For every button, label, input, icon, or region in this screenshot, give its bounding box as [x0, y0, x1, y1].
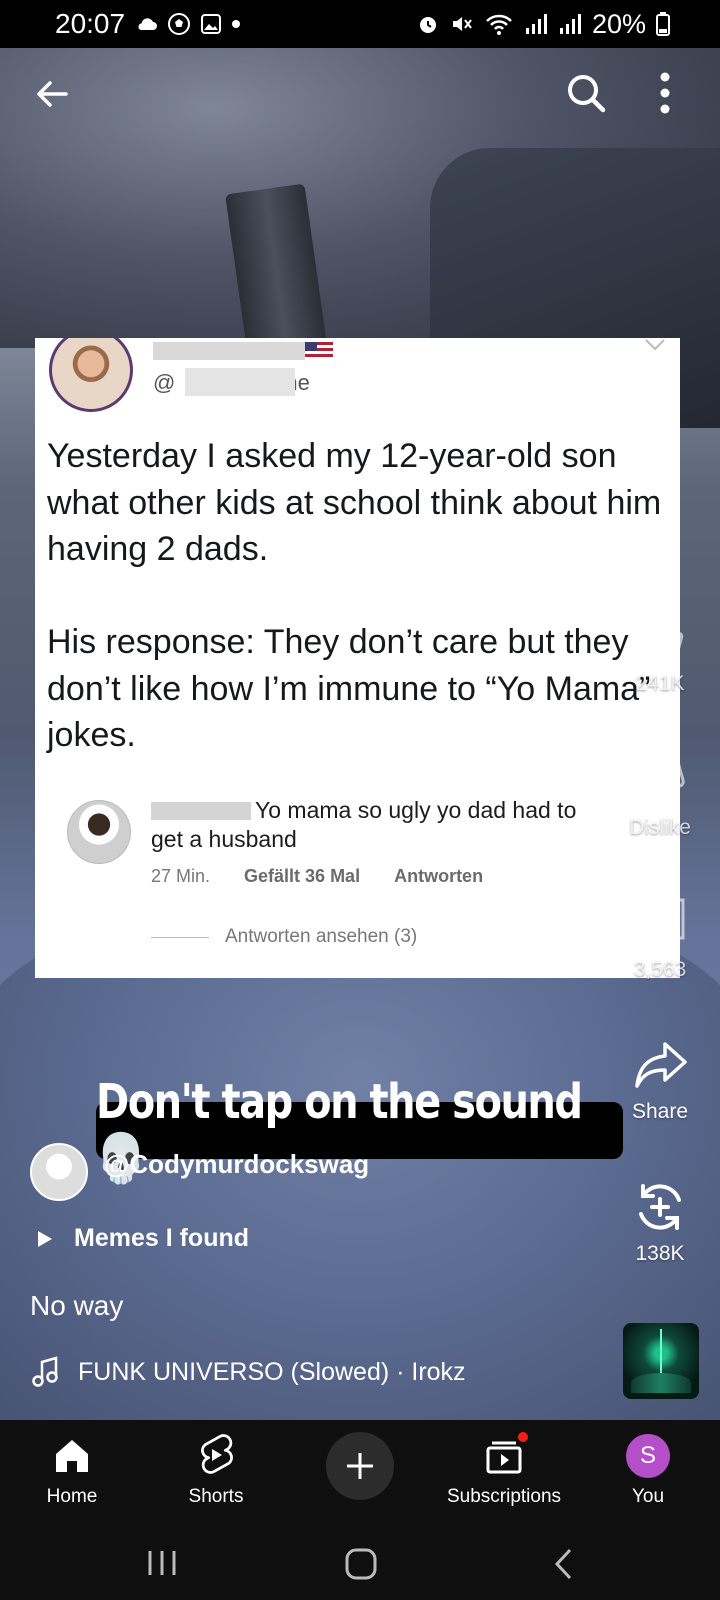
battery-icon: [656, 12, 670, 36]
nav-subscriptions-label: Subscriptions: [446, 1486, 562, 1507]
comment-icon: [635, 898, 685, 951]
redacted-name: [153, 342, 323, 360]
tweet-screenshot-card: @ he Yesterday I asked my 12-year-old son…: [35, 338, 680, 978]
remix-icon: [639, 1184, 681, 1230]
reply-meta: 27 Min. Gefällt 36 Mal Antworten: [151, 866, 483, 887]
playlist-link[interactable]: Memes I found: [36, 1224, 249, 1253]
recent-apps-icon[interactable]: [144, 1547, 180, 1579]
create-button[interactable]: [326, 1432, 394, 1500]
channel-avatar[interactable]: [30, 1143, 88, 1201]
share-label: Share: [631, 1100, 689, 1123]
home-button-icon[interactable]: [344, 1547, 378, 1581]
redacted-reply-name: [151, 802, 251, 820]
playlist-name: Memes I found: [74, 1224, 250, 1252]
nav-you[interactable]: S You: [588, 1420, 708, 1525]
notification-dot: [516, 1430, 530, 1444]
top-bar: [0, 62, 720, 132]
battery-percent: 20%: [591, 8, 646, 39]
signal-icon: [525, 14, 547, 34]
like-count: 241K: [635, 672, 685, 695]
tweet-text: Yesterday I asked my 12-year-old son wha…: [47, 437, 662, 754]
status-time: 20:07: [55, 8, 126, 39]
redacted-handle: [185, 368, 295, 396]
like-button[interactable]: 241K: [600, 608, 720, 696]
system-back-icon[interactable]: [552, 1547, 576, 1581]
reply-author-avatar: [67, 800, 131, 864]
thumbs-down-icon: [635, 754, 685, 806]
cloud-icon: [138, 18, 158, 30]
system-nav-bar: [0, 1525, 720, 1600]
sound-thumbnail[interactable]: [623, 1323, 699, 1399]
nav-home[interactable]: Home: [12, 1420, 132, 1525]
plus-icon: [347, 1453, 373, 1479]
remix-count: 138K: [635, 1242, 685, 1265]
alarm-icon: [419, 17, 436, 33]
bottom-nav: Home Shorts Subscriptions S You: [0, 1420, 720, 1525]
more-vert-icon[interactable]: [655, 70, 675, 116]
nav-subscriptions[interactable]: Subscriptions: [444, 1420, 564, 1525]
comment-count: 3,563: [633, 958, 687, 981]
us-flag-icon: [305, 342, 333, 360]
sound-name: FUNK UNIVERSO (Slowed) · Irokz: [78, 1357, 466, 1386]
video-title: No way: [30, 1290, 124, 1321]
shorts-icon: [201, 1434, 233, 1474]
reply-action: Antworten: [394, 866, 484, 886]
reply-time: 27 Min.: [151, 866, 211, 886]
home-icon: [56, 1440, 88, 1472]
nav-shorts-label: Shorts: [188, 1486, 244, 1507]
tweet-author-avatar: [49, 338, 133, 412]
chevron-down-icon: [645, 339, 665, 351]
mute-icon: [452, 17, 472, 31]
nav-you-label: You: [631, 1486, 665, 1507]
back-arrow-icon[interactable]: [30, 72, 74, 116]
remix-button[interactable]: 138K: [600, 1178, 720, 1266]
gallery-icon: [201, 14, 222, 34]
sound-link[interactable]: FUNK UNIVERSO (Slowed) · Irokz: [32, 1356, 466, 1388]
status-bar: 20:07 20%: [0, 0, 720, 48]
user-avatar: S: [626, 1434, 670, 1478]
share-icon: [635, 1042, 687, 1088]
channel-row[interactable]: @Codymurdockswag: [30, 1143, 369, 1201]
search-icon[interactable]: [563, 70, 609, 116]
comments-button[interactable]: 3,563: [600, 894, 720, 982]
play-icon: [38, 1230, 52, 1247]
wifi-icon: [486, 14, 512, 35]
dot-icon: [232, 20, 241, 28]
nav-home-label: Home: [46, 1486, 98, 1507]
reply-likes: Gefällt 36 Mal: [244, 866, 361, 886]
view-replies: Antworten ansehen (3): [151, 926, 417, 948]
soccer-ball-icon: [168, 13, 191, 35]
thumbs-up-icon: [637, 614, 684, 660]
channel-name[interactable]: @Codymurdockswag: [104, 1149, 369, 1180]
nav-shorts[interactable]: Shorts: [156, 1420, 276, 1525]
dislike-label: Dislike: [629, 816, 691, 839]
signal-icon-2: [559, 14, 581, 34]
music-note-icon: [32, 1356, 58, 1387]
dislike-button[interactable]: Dislike: [600, 752, 720, 840]
